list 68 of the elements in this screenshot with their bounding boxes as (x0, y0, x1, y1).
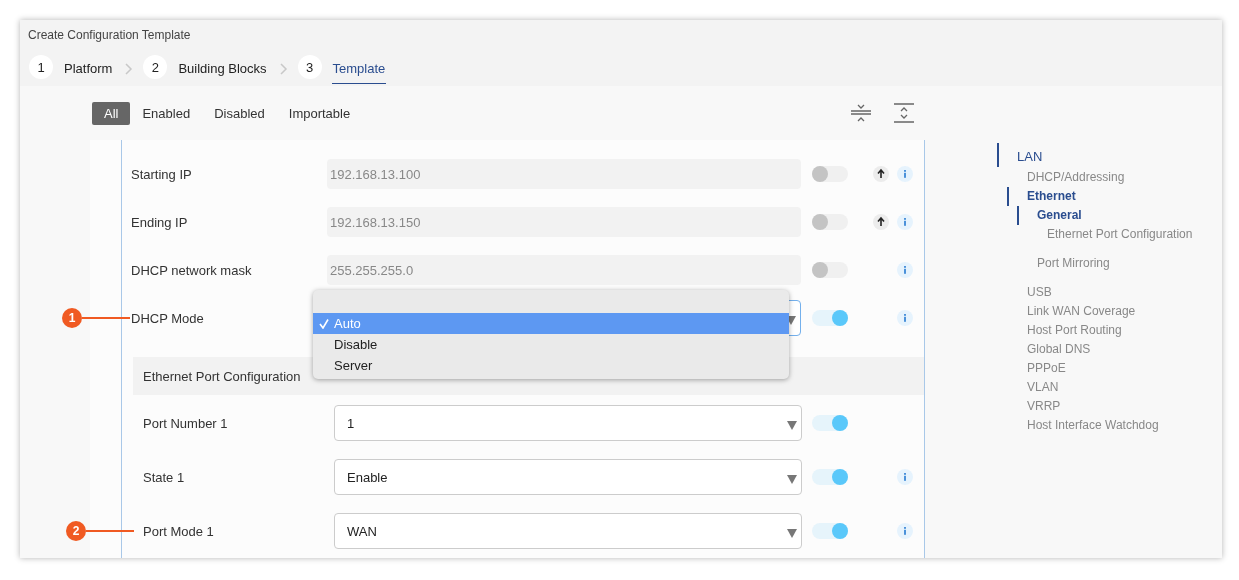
step-tab[interactable]: Template (331, 56, 387, 84)
toggle-switch[interactable] (812, 415, 848, 431)
arrow-up-icon[interactable] (873, 214, 889, 230)
step-number: 1 (29, 55, 53, 79)
nav-link[interactable]: Ethernet Port Configuration (1047, 227, 1193, 241)
dropdown-option[interactable]: Auto (313, 313, 789, 334)
dropdown-field[interactable]: Enable (334, 459, 802, 495)
field-label: Starting IP (131, 166, 192, 182)
info-icon[interactable] (897, 310, 913, 326)
nav-link[interactable]: LAN (1017, 149, 1043, 164)
info-icon[interactable] (897, 214, 913, 230)
info-icon[interactable] (897, 469, 913, 485)
nav-link[interactable]: DHCP/Addressing (1027, 170, 1125, 184)
nav-link[interactable]: USB (1027, 285, 1052, 299)
dropdown-option[interactable]: Disable (313, 334, 789, 355)
toggle-switch[interactable] (812, 214, 848, 230)
expand-icon[interactable] (893, 103, 915, 123)
caret-icon (787, 421, 797, 430)
dropdown-field[interactable]: WAN (334, 513, 802, 549)
field-label: State 1 (143, 469, 185, 485)
toggle-switch[interactable] (812, 469, 848, 485)
filter-tab[interactable]: Enabled (130, 101, 203, 125)
filter-tab[interactable]: Disabled (202, 101, 277, 125)
dropdown-field[interactable]: 1 (334, 405, 802, 441)
info-icon[interactable] (897, 262, 913, 278)
nav-link[interactable]: General (1037, 208, 1082, 222)
leader-line (82, 317, 130, 319)
arrow-up-icon[interactable] (873, 166, 889, 182)
nav-link[interactable]: Link WAN Coverage (1027, 304, 1136, 318)
step-tab[interactable]: Building Blocks (177, 56, 268, 84)
field-label: DHCP network mask (131, 262, 252, 278)
nav-link[interactable]: Global DNS (1027, 342, 1091, 356)
toggle-switch[interactable] (812, 310, 848, 326)
field-label: Ending IP (131, 214, 188, 230)
caret-icon (787, 529, 797, 538)
input-field[interactable]: 192.168.13.100 (327, 159, 801, 189)
nav-link[interactable]: PPPoE (1027, 361, 1066, 375)
input-field[interactable]: 192.168.13.150 (327, 207, 801, 237)
filter-tab[interactable]: Importable (276, 101, 363, 125)
chevron-icon (279, 62, 288, 75)
callout-badge: 1 (62, 308, 82, 328)
field-label: Port Number 1 (143, 415, 228, 431)
caret-icon (787, 475, 797, 484)
input-field[interactable]: 255.255.255.0 (327, 255, 801, 285)
toggle-switch[interactable] (812, 523, 848, 539)
collapse-icon[interactable] (850, 104, 872, 122)
nav-link[interactable]: Host Port Routing (1027, 323, 1122, 337)
callout-badge: 2 (66, 521, 86, 541)
nav-link[interactable]: Ethernet (1027, 189, 1076, 203)
step-number: 3 (297, 55, 322, 79)
nav-link[interactable]: Host Interface Watchdog (1027, 418, 1159, 432)
field-label: Port Mode 1 (143, 523, 214, 539)
nav-link[interactable]: VLAN (1027, 380, 1059, 394)
filter-tab[interactable]: All (92, 101, 131, 125)
toggle-switch[interactable] (812, 166, 848, 182)
leader-line (86, 530, 134, 532)
toggle-switch[interactable] (812, 262, 848, 278)
step-tab[interactable]: Platform (63, 56, 114, 84)
chevron-icon (125, 62, 134, 75)
nav-link[interactable]: VRRP (1027, 399, 1061, 413)
field-label: DHCP Mode (131, 310, 204, 326)
step-number: 2 (143, 55, 168, 79)
info-icon[interactable] (897, 166, 913, 182)
dropdown-option[interactable]: Server (313, 355, 789, 376)
check-icon (319, 318, 329, 329)
nav-link[interactable]: Port Mirroring (1037, 256, 1110, 270)
window-title: Create Configuration Template (27, 27, 192, 42)
info-icon[interactable] (897, 523, 913, 539)
